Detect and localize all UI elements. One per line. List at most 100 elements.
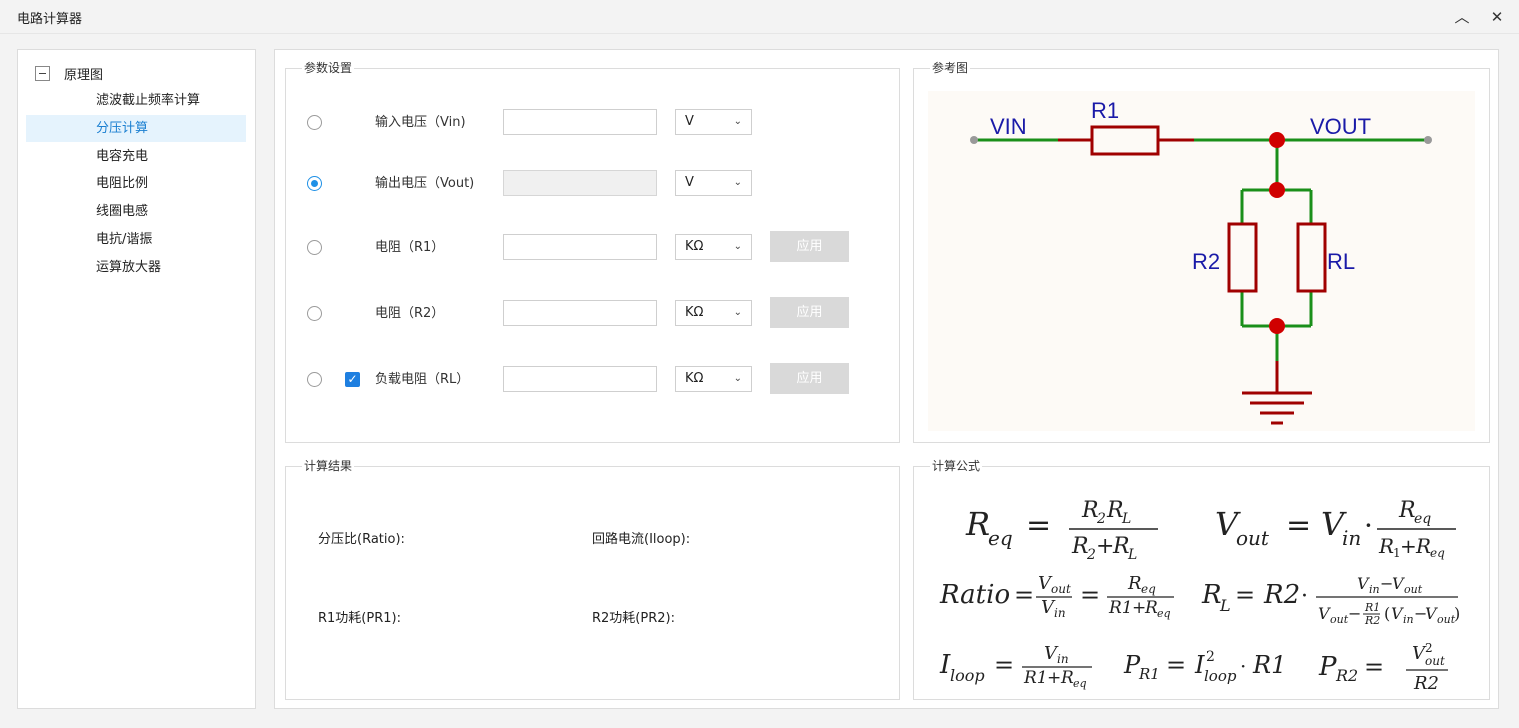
radio-r2[interactable] [307, 306, 322, 321]
r1-apply-button[interactable]: 应用 [770, 231, 849, 262]
tree-root[interactable]: 原理图 [35, 64, 104, 83]
rl-input[interactable] [503, 366, 657, 392]
label-rl-text: RL [1327, 249, 1355, 274]
svg-text:R2: R2 [1413, 673, 1439, 694]
tree-item-label: 电容充电 [96, 149, 149, 164]
minimize-icon[interactable]: ︿ [1451, 6, 1473, 28]
loop-current-label: 回路电流(Iloop): [592, 532, 691, 547]
svg-text:R: R [1106, 498, 1124, 523]
svg-text:eq: eq [988, 526, 1013, 550]
svg-text:in: in [1342, 526, 1361, 550]
rl-checkbox[interactable]: ✓ [345, 372, 360, 387]
ratio-label: 分压比(Ratio): [318, 532, 405, 547]
tree-root-label: 原理图 [64, 67, 104, 83]
r1-input[interactable] [503, 234, 657, 260]
tree-item-filter-cutoff[interactable]: 滤波截止频率计算 [26, 87, 246, 114]
svg-text:R: R [1378, 534, 1394, 558]
params-group: 参数设置 输入电压（Vin) V ⌄ 输出电压（Vout) V ⌄ 电阻（R1） [285, 60, 900, 443]
svg-text:L: L [1219, 596, 1231, 615]
tree-item-op-amp[interactable]: 运算放大器 [26, 254, 246, 281]
content-area: 原理图 滤波截止频率计算 分压计算 电容充电 电阻比例 线圈电感 电抗/谐振 运… [0, 34, 1519, 728]
svg-text:out: out [1404, 583, 1423, 596]
svg-text:L: L [1121, 511, 1131, 527]
svg-text:·: · [1240, 654, 1246, 678]
label-vout-text: VOUT [1310, 114, 1371, 139]
svg-text:+: + [1047, 668, 1061, 688]
tree-panel: 原理图 滤波截止频率计算 分压计算 电容充电 电阻比例 线圈电感 电抗/谐振 运… [17, 49, 256, 709]
chevron-down-icon: ⌄ [733, 307, 742, 318]
svg-text:in: in [1054, 606, 1066, 620]
r2-unit-value: KΩ [685, 305, 704, 320]
svg-text:in: in [1403, 613, 1414, 626]
vout-unit-select[interactable]: V ⌄ [675, 170, 752, 196]
svg-text:·: · [1364, 509, 1373, 542]
svg-text:+: + [1096, 534, 1114, 559]
formula-image: R eq = R2 RL R2 + RL V out = V in · Req … [939, 498, 1460, 694]
tree-item-voltage-divider[interactable]: 分压计算 [26, 115, 246, 142]
radio-vin[interactable] [307, 115, 322, 130]
title-bar: 电路计算器 ︿ ✕ [0, 0, 1519, 34]
reference-title: 参考图 [930, 60, 971, 76]
svg-text:R1: R1 [1364, 601, 1380, 614]
tree-item-label: 滤波截止频率计算 [96, 93, 201, 108]
svg-text:P: P [1318, 652, 1337, 682]
svg-text:(: ( [1384, 604, 1390, 623]
svg-text:−: − [1348, 604, 1361, 623]
svg-text:R1: R1 [1023, 668, 1048, 688]
svg-text:in: in [1369, 583, 1380, 596]
svg-text:R1: R1 [1252, 651, 1286, 679]
r2-unit-select[interactable]: KΩ ⌄ [675, 300, 752, 326]
chevron-down-icon: ⌄ [733, 116, 742, 127]
svg-text:loop: loop [950, 666, 985, 685]
svg-text:eq: eq [1157, 607, 1171, 620]
svg-text:out: out [1425, 654, 1445, 668]
r2-input[interactable] [503, 300, 657, 326]
tree-item-coil-inductance[interactable]: 线圈电感 [26, 198, 246, 225]
rl-unit-select[interactable]: KΩ ⌄ [675, 366, 752, 392]
label-vin: 输入电压（Vin) [375, 115, 466, 130]
radio-r1[interactable] [307, 240, 322, 255]
svg-text:R: R [1201, 580, 1222, 610]
radio-vout[interactable] [307, 176, 322, 191]
circuit-schematic: VIN R1 VOUT R2 RL [928, 91, 1475, 431]
svg-text:eq: eq [1430, 546, 1445, 560]
label-r2-text: R2 [1192, 249, 1220, 274]
tree-item-label: 电阻比例 [96, 176, 149, 191]
svg-text:R: R [1398, 498, 1416, 523]
svg-text:out: out [1330, 613, 1349, 626]
svg-text:R: R [1415, 534, 1431, 558]
svg-text:=: = [1166, 651, 1186, 679]
label-r2: 电阻（R2） [375, 306, 445, 321]
radio-rl[interactable] [307, 372, 322, 387]
close-icon[interactable]: ✕ [1486, 6, 1508, 28]
svg-text:R: R [1127, 573, 1142, 594]
label-vin-text: VIN [990, 114, 1027, 139]
tree-item-label: 运算放大器 [96, 260, 162, 275]
svg-text:R: R [1071, 534, 1089, 559]
rl-apply-button[interactable]: 应用 [770, 363, 849, 394]
svg-text:R1: R1 [1108, 598, 1133, 618]
rl-unit-value: KΩ [685, 371, 704, 386]
tree-item-capacitor-charge[interactable]: 电容充电 [26, 143, 246, 170]
svg-text:eq: eq [1073, 677, 1087, 690]
vin-input[interactable] [503, 109, 657, 135]
svg-text:eq: eq [1414, 511, 1431, 527]
label-r1: 电阻（R1） [375, 240, 445, 255]
main-panel: 参数设置 输入电压（Vin) V ⌄ 输出电压（Vout) V ⌄ 电阻（R1） [274, 49, 1499, 709]
svg-text:=: = [1235, 581, 1255, 609]
svg-text:eq: eq [1141, 582, 1156, 596]
tree-item-reactance-resonance[interactable]: 电抗/谐振 [26, 226, 246, 253]
svg-text:out: out [1437, 613, 1456, 626]
r2-apply-button[interactable]: 应用 [770, 297, 849, 328]
formula-glyphs: R eq = R2 RL R2 + RL V out = V in · Req … [939, 498, 1460, 694]
vout-unit-value: V [685, 175, 694, 190]
svg-text:=: = [1364, 653, 1384, 681]
r1-unit-select[interactable]: KΩ ⌄ [675, 234, 752, 260]
vin-unit-select[interactable]: V ⌄ [675, 109, 752, 135]
pr1-label: R1功耗(PR1): [318, 611, 401, 626]
vin-unit-value: V [685, 114, 694, 129]
svg-text:out: out [1236, 526, 1270, 550]
collapse-icon[interactable] [35, 65, 50, 81]
label-rl: 负载电阻（RL） [375, 372, 470, 387]
tree-item-resistor-ratio[interactable]: 电阻比例 [26, 170, 246, 197]
